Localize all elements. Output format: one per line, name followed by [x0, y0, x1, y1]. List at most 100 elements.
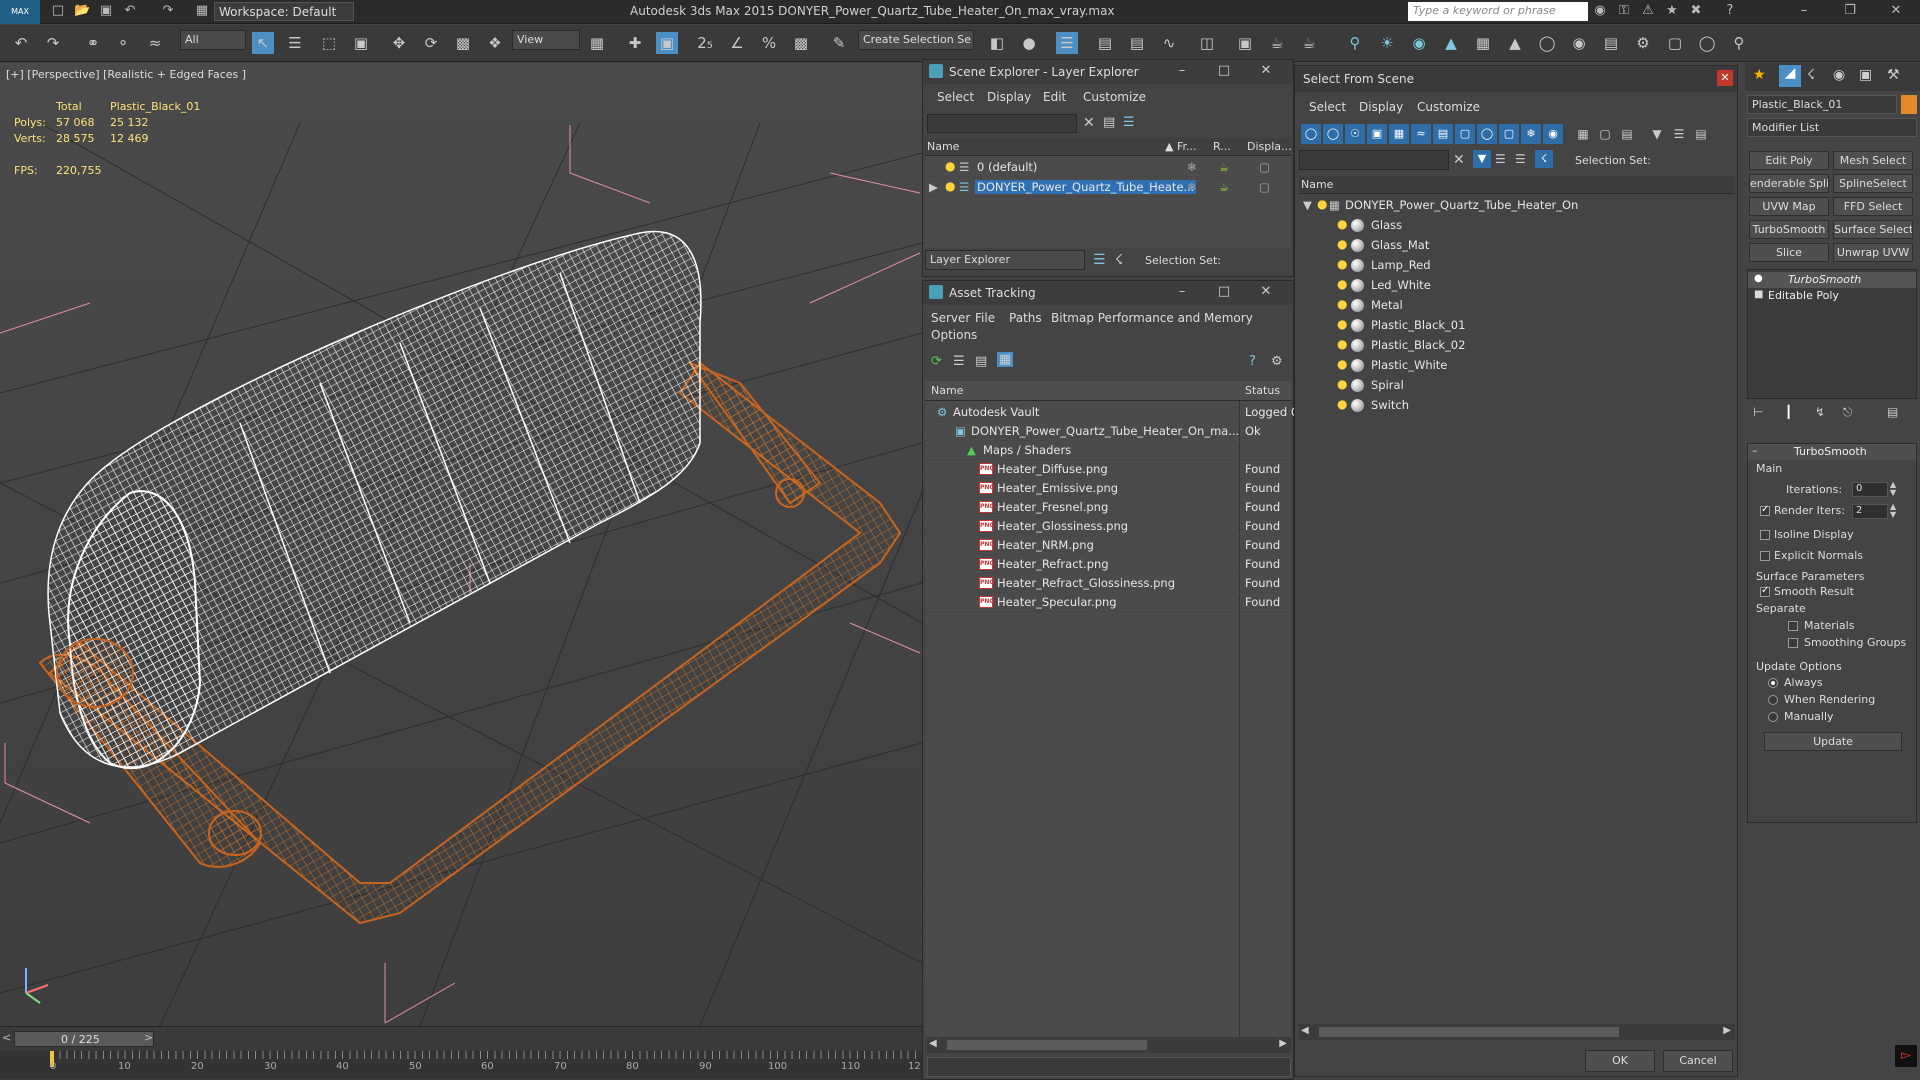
display-box-icon[interactable]: ▢: [1259, 160, 1270, 174]
close-icon[interactable]: ✕: [1888, 3, 1904, 19]
display-invert-icon[interactable]: ▤: [1617, 124, 1637, 144]
asset-row[interactable]: PNG Heater_Refract_Glossiness.png Found: [925, 574, 1291, 593]
mirror-icon[interactable]: ◧: [986, 32, 1008, 54]
binoculars-icon[interactable]: ◉: [1592, 3, 1608, 19]
light-bulb-icon[interactable]: ●: [1317, 198, 1327, 211]
always-radio[interactable]: [1768, 678, 1778, 688]
display-geometry-icon[interactable]: ◯: [1301, 124, 1321, 144]
display-bones-icon[interactable]: ◯: [1477, 124, 1497, 144]
help-icon[interactable]: ?: [1249, 354, 1256, 369]
display-shapes-icon[interactable]: ◯: [1323, 124, 1343, 144]
filter-funnel-icon[interactable]: ▼: [1647, 124, 1667, 144]
col-name[interactable]: Name: [1301, 178, 1333, 191]
asset-row[interactable]: ⚙ Autodesk Vault Logged O: [925, 403, 1300, 422]
vray-render-icon[interactable]: ⚲: [1728, 32, 1750, 54]
menu-select[interactable]: Select: [937, 90, 974, 104]
renderable-spline-button[interactable]: enderable Splir: [1749, 174, 1829, 193]
light-bulb-icon[interactable]: ●: [945, 180, 955, 193]
find-field[interactable]: [1299, 150, 1449, 170]
asset-row[interactable]: ▣ DONYER_Power_Quartz_Tube_Heater_On_ma..…: [925, 422, 1291, 441]
search-input[interactable]: Type a keyword or phrase: [1408, 2, 1588, 21]
selection-filter-dropdown[interactable]: All: [180, 30, 246, 50]
display-cameras-icon[interactable]: ▣: [1367, 124, 1387, 144]
object-name-field[interactable]: Plastic_Black_01: [1747, 95, 1897, 114]
app-logo[interactable]: MAX: [0, 0, 40, 24]
layer-row[interactable]: ● ☰ 0 (default) ❄ ☕ ▢: [925, 158, 1291, 177]
render-setup-icon[interactable]: ☕: [1266, 32, 1288, 54]
spinner-arrows-icon[interactable]: ▲ ▼: [1890, 481, 1896, 497]
schematic-view-icon[interactable]: ◫: [1196, 32, 1218, 54]
named-selection-dropdown[interactable]: Create Selection Se: [858, 30, 974, 50]
menu-file[interactable]: File: [975, 311, 995, 325]
maximize-icon[interactable]: □: [1215, 284, 1233, 299]
scroll-right-icon[interactable]: ▶: [1279, 1038, 1287, 1049]
camera-tool-icon[interactable]: ◉: [1408, 32, 1430, 54]
move-icon[interactable]: ✥: [388, 32, 410, 54]
rotate-icon[interactable]: ⟳: [420, 32, 442, 54]
scene-explorer-search[interactable]: [927, 114, 1077, 133]
scene-explorer-titlebar[interactable]: Scene Explorer - Layer Explorer – □ ✕: [923, 60, 1293, 84]
edit-named-sets-icon[interactable]: ✎: [828, 32, 850, 54]
new-file-icon[interactable]: □: [50, 3, 66, 19]
align-icon[interactable]: ●: [1018, 32, 1040, 54]
favorites-star-icon[interactable]: ★: [1664, 3, 1680, 19]
layer-explorer-icon[interactable]: ▤: [1094, 32, 1116, 54]
undo-title-icon[interactable]: ↶: [122, 3, 138, 19]
material-editor-icon[interactable]: ▣: [1234, 32, 1256, 54]
light-bulb-icon[interactable]: ●: [1337, 358, 1347, 371]
scroll-thumb[interactable]: [947, 1040, 1147, 1050]
modify-tab-icon[interactable]: ◢: [1779, 65, 1801, 87]
asset-row[interactable]: PNG Heater_Glossiness.png Found: [925, 517, 1291, 536]
scroll-left-icon[interactable]: ◀: [1301, 1025, 1309, 1036]
rollout-header[interactable]: – TurboSmooth: [1748, 444, 1916, 460]
scale-icon[interactable]: ▩: [452, 32, 474, 54]
key-icon[interactable]: ⚿: [1616, 3, 1632, 19]
communication-icon[interactable]: ⚠: [1640, 3, 1656, 19]
iterations-spinner[interactable]: 0: [1852, 482, 1888, 497]
find-case-icon[interactable]: ▼: [1473, 150, 1491, 168]
explicit-normals-checkbox[interactable]: [1760, 551, 1770, 561]
scroll-thumb[interactable]: [1319, 1027, 1619, 1037]
scene-object-row[interactable]: ● Spiral: [1299, 376, 1735, 395]
curve-editor-icon[interactable]: ∿: [1158, 32, 1180, 54]
display-tab-icon[interactable]: ▣: [1859, 67, 1872, 83]
hierarchy-tab-icon[interactable]: ☇: [1807, 67, 1815, 83]
scene-object-row[interactable]: ● Switch: [1299, 396, 1735, 415]
object-color-swatch[interactable]: [1901, 95, 1917, 114]
display-helpers-icon[interactable]: ▦: [1389, 124, 1409, 144]
expand-plus-icon[interactable]: ■: [1754, 289, 1763, 300]
redo-title-icon[interactable]: ↷: [160, 3, 176, 19]
render-frame-icon[interactable]: ☕: [1298, 32, 1320, 54]
scene-explorer-toggle-icon[interactable]: ☰: [1056, 32, 1078, 54]
display-none-icon[interactable]: ▢: [1595, 124, 1615, 144]
display-xrefs-icon[interactable]: ▢: [1455, 124, 1475, 144]
stack-item-editable-poly[interactable]: ■ Editable Poly: [1748, 288, 1916, 304]
stack-item-turbosmooth[interactable]: ● TurboSmooth: [1748, 272, 1916, 288]
col-render[interactable]: R...: [1213, 140, 1231, 153]
scroll-left-icon[interactable]: ◀: [929, 1038, 937, 1049]
scene-object-row[interactable]: ● Plastic_White: [1299, 356, 1735, 375]
prev-frame-icon[interactable]: <: [2, 1031, 11, 1044]
filter-icon[interactable]: ▤: [1103, 115, 1115, 130]
smooth-result-checkbox[interactable]: [1760, 585, 1770, 597]
modifier-list-dropdown[interactable]: Modifier List: [1747, 118, 1917, 137]
asset-row[interactable]: PNG Heater_Emissive.png Found: [925, 479, 1291, 498]
asset-row[interactable]: ▲ Maps / Shaders: [925, 441, 1291, 460]
display-frozen-icon[interactable]: ❄: [1521, 124, 1541, 144]
layer-manager-icon[interactable]: ☰: [1093, 252, 1106, 268]
menu-select[interactable]: Select: [1309, 100, 1346, 114]
time-slider[interactable]: 0 / 225: [14, 1031, 154, 1047]
spinner-snap-icon[interactable]: ▩: [790, 32, 812, 54]
workspace-dropdown[interactable]: Workspace: Default: [214, 2, 354, 21]
project-folder-icon[interactable]: ▦: [194, 3, 210, 19]
scene-object-row[interactable]: ● Glass: [1299, 216, 1735, 235]
new-layer-icon[interactable]: ☰: [1123, 115, 1135, 130]
remove-modifier-icon[interactable]: ⎋: [1843, 405, 1853, 420]
ok-button[interactable]: OK: [1585, 1050, 1655, 1072]
configure-sets-icon[interactable]: ▤: [1887, 405, 1898, 419]
minimize-icon[interactable]: –: [1796, 3, 1812, 19]
select-object-icon[interactable]: ↖: [252, 32, 274, 54]
pin-stack-icon[interactable]: ⊢: [1753, 405, 1763, 419]
close-icon[interactable]: ✕: [1717, 70, 1733, 86]
scene-hscrollbar[interactable]: ◀ ▶: [1299, 1024, 1735, 1040]
